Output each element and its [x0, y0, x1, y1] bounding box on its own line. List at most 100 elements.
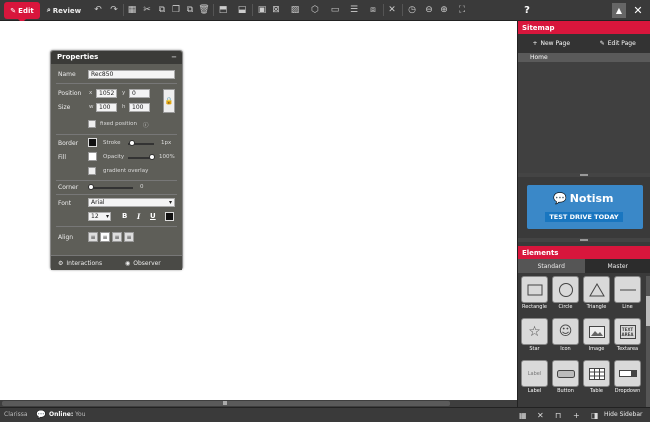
- element-label: Image: [588, 346, 605, 352]
- fixed-position-checkbox[interactable]: [88, 120, 96, 128]
- promo-banner[interactable]: 💬 Notism TEST DRIVE TODAY: [527, 185, 643, 229]
- gradient-overlay-label: gradient overlay: [103, 168, 149, 174]
- eye-icon: ◉: [125, 260, 131, 267]
- font-size-select[interactable]: 12 ▾: [88, 212, 111, 221]
- y-field[interactable]: 0: [129, 89, 150, 98]
- opacity-value: 100%: [159, 154, 175, 160]
- help-button[interactable]: ?: [520, 2, 534, 18]
- divider: [56, 134, 177, 135]
- bring-forward-icon[interactable]: ⬒: [217, 4, 229, 16]
- element-triangle[interactable]: Triangle: [583, 276, 611, 314]
- corner-slider[interactable]: [89, 187, 133, 189]
- fullscreen-icon[interactable]: ⛶: [456, 4, 468, 16]
- table-icon: [583, 360, 610, 387]
- element-table[interactable]: Table: [583, 360, 611, 398]
- close-icon[interactable]: ✕: [631, 3, 645, 18]
- element-rectangle[interactable]: Rectangle: [521, 276, 549, 314]
- edit-page-button[interactable]: ✎ Edit Page: [585, 34, 650, 53]
- align-left-icon[interactable]: ≡: [88, 232, 98, 242]
- promo-logo: 💬 Notism: [553, 192, 614, 205]
- observer-tab[interactable]: ◉ Observer: [125, 260, 161, 267]
- font-color-swatch[interactable]: [165, 212, 174, 221]
- pages-icon[interactable]: ⧈: [367, 4, 379, 16]
- bold-button[interactable]: B: [122, 212, 127, 220]
- user-name[interactable]: Clarissa: [4, 411, 28, 418]
- element-star[interactable]: ☆ Star: [521, 318, 549, 356]
- snap-icon[interactable]: ✕: [537, 411, 544, 420]
- zoom-in-icon[interactable]: ⊕: [438, 4, 450, 16]
- tab-master[interactable]: Master: [584, 259, 650, 273]
- font-family-value: Arial: [91, 199, 105, 206]
- align-center-icon[interactable]: ≡: [100, 232, 110, 242]
- fill-color-swatch[interactable]: [88, 152, 97, 161]
- name-field[interactable]: Rec850: [88, 70, 175, 79]
- chat-icon[interactable]: 💬: [36, 410, 46, 419]
- cut-icon[interactable]: ✂: [141, 4, 153, 16]
- underline-button[interactable]: U: [150, 212, 156, 220]
- grid-icon[interactable]: ▦: [519, 411, 527, 420]
- textarea-tile-text: TEXT AREA: [619, 324, 636, 339]
- collapse-toolbar-icon[interactable]: ▲: [612, 3, 626, 18]
- undo-icon[interactable]: ↶: [92, 4, 104, 16]
- element-label: Textarea: [616, 346, 639, 352]
- element-label[interactable]: Label Label: [521, 360, 549, 398]
- group-icon[interactable]: ▣: [256, 4, 268, 16]
- image-icon[interactable]: ▨: [289, 4, 301, 16]
- element-line[interactable]: Line: [614, 276, 642, 314]
- properties-header[interactable]: Properties −: [51, 51, 182, 64]
- toolbar-separator: [213, 4, 214, 16]
- paste-icon[interactable]: ❐: [170, 4, 182, 16]
- width-field[interactable]: 100: [96, 103, 117, 112]
- review-mode-button[interactable]: ⌕ Review: [44, 2, 84, 19]
- gradient-overlay-checkbox[interactable]: [88, 167, 96, 175]
- component-icon[interactable]: ⬡: [309, 4, 321, 16]
- promo-cta-button[interactable]: TEST DRIVE TODAY: [545, 212, 623, 222]
- hide-sidebar-icon[interactable]: ◨: [591, 411, 599, 420]
- height-field[interactable]: 100: [129, 103, 150, 112]
- tools-icon[interactable]: ✕: [386, 4, 398, 16]
- layers-icon[interactable]: ☰: [348, 4, 360, 16]
- crosshair-icon[interactable]: +: [573, 411, 580, 420]
- ruler-icon[interactable]: ⊓: [555, 411, 561, 420]
- element-dropdown[interactable]: Dropdown: [614, 360, 642, 398]
- scrollbar-thumb[interactable]: [646, 296, 650, 326]
- interactions-tab[interactable]: ⚙ Interactions: [58, 260, 102, 267]
- send-backward-icon[interactable]: ⬓: [236, 4, 248, 16]
- ungroup-icon[interactable]: ⊠: [270, 4, 282, 16]
- align-right-icon[interactable]: ≡: [112, 232, 122, 242]
- element-textarea[interactable]: TEXT AREA Textarea: [614, 318, 642, 356]
- lock-ratio-button[interactable]: 🔒: [163, 89, 175, 113]
- copy-icon[interactable]: ⧉: [156, 4, 168, 16]
- element-button[interactable]: Button: [552, 360, 580, 398]
- history-icon[interactable]: ◷: [406, 4, 418, 16]
- stroke-slider-knob[interactable]: [129, 140, 135, 146]
- panel-splitter[interactable]: [518, 238, 650, 242]
- minimize-icon[interactable]: −: [171, 53, 177, 61]
- font-family-select[interactable]: Arial ▾: [88, 198, 175, 207]
- element-circle[interactable]: Circle: [552, 276, 580, 314]
- zoom-out-icon[interactable]: ⊖: [423, 4, 435, 16]
- sitemap-page-home[interactable]: Home: [518, 53, 650, 62]
- element-image[interactable]: Image: [583, 318, 611, 356]
- corner-slider-knob[interactable]: [88, 184, 94, 190]
- edit-mode-button[interactable]: ✎ Edit: [4, 2, 40, 23]
- border-color-swatch[interactable]: [88, 138, 97, 147]
- widget-icon[interactable]: ▭: [329, 4, 341, 16]
- tab-standard[interactable]: Standard: [518, 259, 585, 273]
- duplicate-icon[interactable]: ⧉: [184, 4, 196, 16]
- italic-button[interactable]: I: [137, 212, 140, 221]
- opacity-slider-knob[interactable]: [149, 154, 155, 160]
- select-all-icon[interactable]: ▦: [126, 4, 138, 16]
- y-label: y: [122, 90, 126, 96]
- x-field[interactable]: 1052: [96, 89, 117, 98]
- elements-scrollbar[interactable]: [646, 276, 650, 407]
- canvas-horizontal-scrollbar[interactable]: [0, 400, 517, 407]
- hide-sidebar-button[interactable]: Hide Sidebar: [604, 411, 643, 418]
- help-icon[interactable]: ⓘ: [143, 121, 149, 129]
- redo-icon[interactable]: ↷: [108, 4, 120, 16]
- new-page-button[interactable]: + New Page: [518, 34, 585, 53]
- align-justify-icon[interactable]: ≡: [124, 232, 134, 242]
- element-icon[interactable]: ☺ Icon: [552, 318, 580, 356]
- panel-splitter[interactable]: [518, 173, 650, 177]
- delete-icon[interactable]: 🗑: [198, 4, 210, 16]
